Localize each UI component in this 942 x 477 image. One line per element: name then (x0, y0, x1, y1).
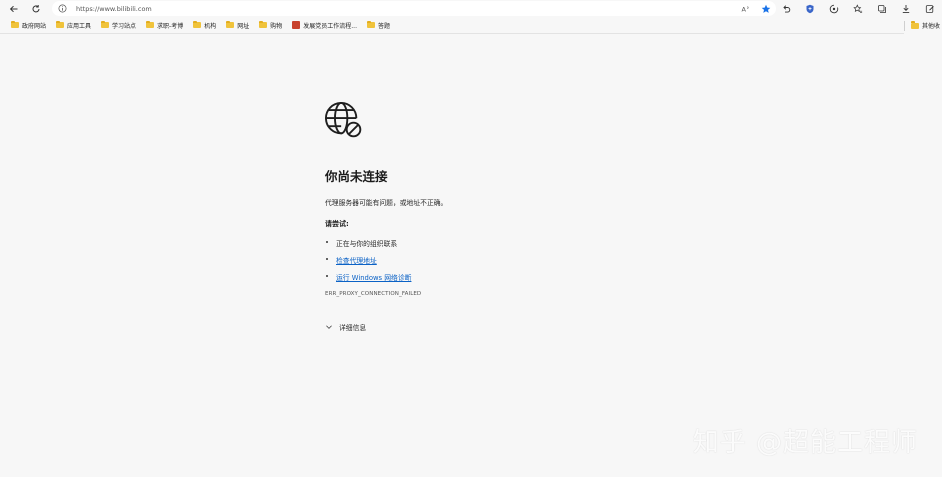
refresh-button[interactable] (25, 0, 47, 17)
folder-icon (193, 20, 202, 28)
error-code: ERR_PROXY_CONNECTION_FAILED (325, 291, 422, 297)
favorites-button[interactable] (846, 0, 870, 17)
suggestion-item: 检查代理地址 (325, 255, 745, 272)
download-icon (902, 4, 910, 13)
folder-icon (226, 20, 235, 28)
extension-button[interactable] (822, 0, 846, 17)
other-bookmarks-folder[interactable]: 其他收 (910, 19, 940, 33)
collections-button[interactable] (870, 0, 894, 17)
bullet (326, 275, 328, 277)
refresh-icon (32, 4, 40, 12)
details-toggle[interactable]: 详细信息 (325, 322, 745, 332)
bookmark-item[interactable]: 应用工具 (51, 18, 96, 32)
bookmark-item[interactable]: 购物 (254, 18, 287, 32)
star-list-icon (853, 3, 863, 13)
suggestion-item: 运行 Windows 网络诊断 (325, 272, 745, 289)
details-label: 详细信息 (339, 324, 367, 332)
shield-extension-icon (806, 4, 814, 13)
extension-button[interactable] (798, 0, 822, 17)
back-arrow-icon (9, 5, 18, 12)
check-proxy-link[interactable]: 检查代理地址 (336, 255, 377, 265)
folder-icon (259, 20, 268, 28)
bullet (326, 241, 328, 243)
bookmark-item[interactable]: 网址 (221, 18, 254, 32)
collections-icon (878, 4, 886, 13)
error-content: 你尚未连接 代理服务器可能有问题，或地址不正确。 请尝试: 正在与你的组织联系 … (325, 101, 745, 332)
bullet (326, 258, 328, 260)
bookmark-item[interactable]: 求职-考博 (141, 18, 188, 32)
bookmark-item[interactable]: 答题 (362, 18, 395, 32)
bookmark-item[interactable]: 政府网站 (6, 18, 51, 32)
circle-extension-icon (829, 4, 839, 13)
edit-notes-button[interactable] (918, 0, 942, 17)
edit-pen-icon (925, 4, 934, 13)
read-aloud-icon: A (742, 5, 749, 13)
error-title: 你尚未连接 (325, 169, 388, 184)
extension-button[interactable] (774, 0, 798, 17)
error-description: 代理服务器可能有问题，或地址不正确。 (325, 199, 448, 207)
folder-icon (367, 20, 375, 28)
other-bookmarks[interactable]: 其他收 (903, 17, 942, 34)
bookmark-item[interactable]: 学习站点 (96, 18, 141, 32)
chevron-down-icon (326, 325, 332, 329)
suggestion-item: 正在与你的组织联系 (325, 238, 745, 255)
favorite-button[interactable] (756, 1, 776, 16)
page-icon (292, 21, 301, 29)
folder-icon (56, 20, 65, 28)
network-diagnostics-link[interactable]: 运行 Windows 网络诊断 (336, 272, 411, 282)
folder-icon (146, 20, 155, 28)
suggestion-list: 正在与你的组织联系 检查代理地址 运行 Windows 网络诊断 (325, 238, 745, 289)
watermark: 知乎 @超能工程师 (692, 428, 918, 458)
back-button[interactable] (3, 0, 25, 17)
bookmarks-bar: 政府网站 应用工具 学习站点 求职-考博 机构 网址 购物 发展党员工作流程..… (0, 17, 942, 34)
try-label: 请尝试: (325, 220, 349, 228)
bookmark-item[interactable]: 发展党员工作流程... (287, 18, 362, 32)
star-filled-icon (761, 4, 771, 13)
address-bar-actions: A (736, 1, 776, 16)
svg-text:A: A (742, 5, 747, 13)
address-bar[interactable]: https://www.bilibili.com A (52, 1, 776, 16)
browser-toolbar: https://www.bilibili.com A (0, 0, 942, 17)
folder-icon (101, 20, 110, 28)
site-info-button[interactable] (52, 4, 72, 13)
folder-icon (910, 21, 919, 29)
read-aloud-button[interactable]: A (736, 1, 756, 16)
folder-icon (11, 20, 19, 28)
bookmark-item[interactable]: 机构 (188, 18, 221, 32)
globe-disconnected-icon (325, 101, 362, 138)
info-icon (58, 4, 66, 13)
undo-arrow-icon (783, 4, 791, 13)
toolbar-right-tools (774, 0, 942, 17)
bookmarks-separator (903, 20, 905, 31)
url-text[interactable]: https://www.bilibili.com (72, 5, 152, 13)
downloads-button[interactable] (894, 0, 918, 17)
